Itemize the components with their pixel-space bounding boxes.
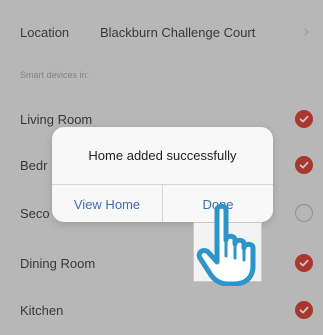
pointing-hand-icon (196, 203, 256, 286)
view-home-button[interactable]: View Home (52, 185, 162, 222)
dialog-title: Home added successfully (88, 147, 237, 163)
